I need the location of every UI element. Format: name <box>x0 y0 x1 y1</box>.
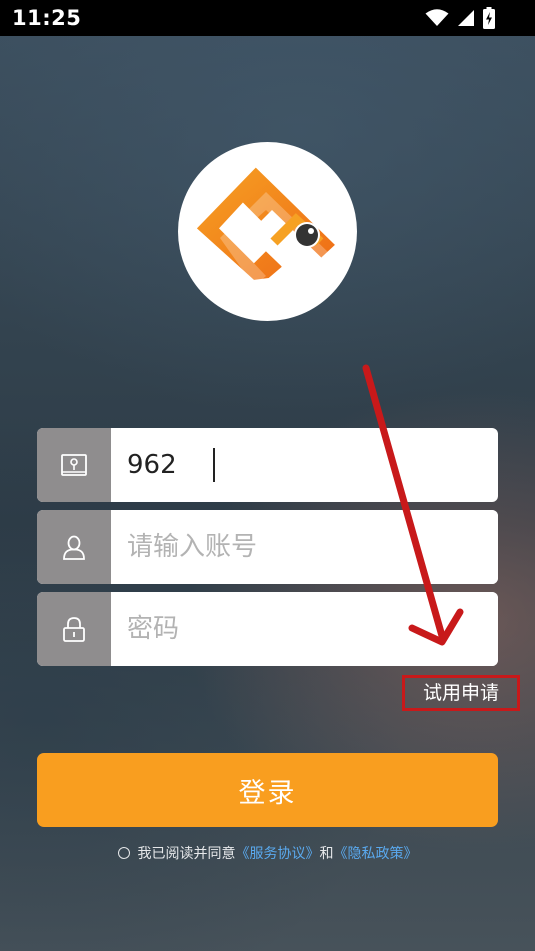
service-agreement-link[interactable]: 《服务协议》 <box>236 846 320 862</box>
login-screen: 11:25 962 请输入账号 试用申请 登录 我已阅读并同意《服务协议》和《隐… <box>0 0 535 951</box>
agreement-conjunction: 和 <box>319 846 334 862</box>
text-caret <box>213 448 215 482</box>
status-bar: 11:25 <box>0 0 535 36</box>
id-card-icon <box>61 454 87 476</box>
password-icon-box <box>37 592 111 666</box>
login-button[interactable]: 登录 <box>37 753 498 827</box>
account-input[interactable] <box>111 510 498 584</box>
status-time: 11:25 <box>12 6 82 30</box>
user-icon <box>63 535 85 560</box>
account-icon-box <box>37 510 111 584</box>
password-input[interactable] <box>111 592 498 666</box>
app-logo-icon <box>196 167 335 288</box>
account-field[interactable] <box>37 510 498 584</box>
signal-icon <box>458 10 474 26</box>
agreement-prefix: 我已阅读并同意 <box>137 846 236 862</box>
password-field[interactable] <box>37 592 498 666</box>
company-code-field[interactable]: 962 <box>37 428 498 502</box>
wifi-icon <box>425 9 449 26</box>
company-code-icon-box <box>37 428 111 502</box>
company-code-value[interactable]: 962 <box>127 428 177 502</box>
status-icons <box>425 7 495 29</box>
trial-application-link[interactable]: 试用申请 <box>402 675 520 711</box>
app-logo <box>178 142 357 321</box>
privacy-policy-link[interactable]: 《隐私政策》 <box>334 846 418 862</box>
agree-radio[interactable] <box>117 847 130 859</box>
lock-icon <box>63 617 85 642</box>
battery-charging-icon <box>483 7 495 29</box>
agreement-row: 我已阅读并同意《服务协议》和《隐私政策》 <box>0 843 535 863</box>
